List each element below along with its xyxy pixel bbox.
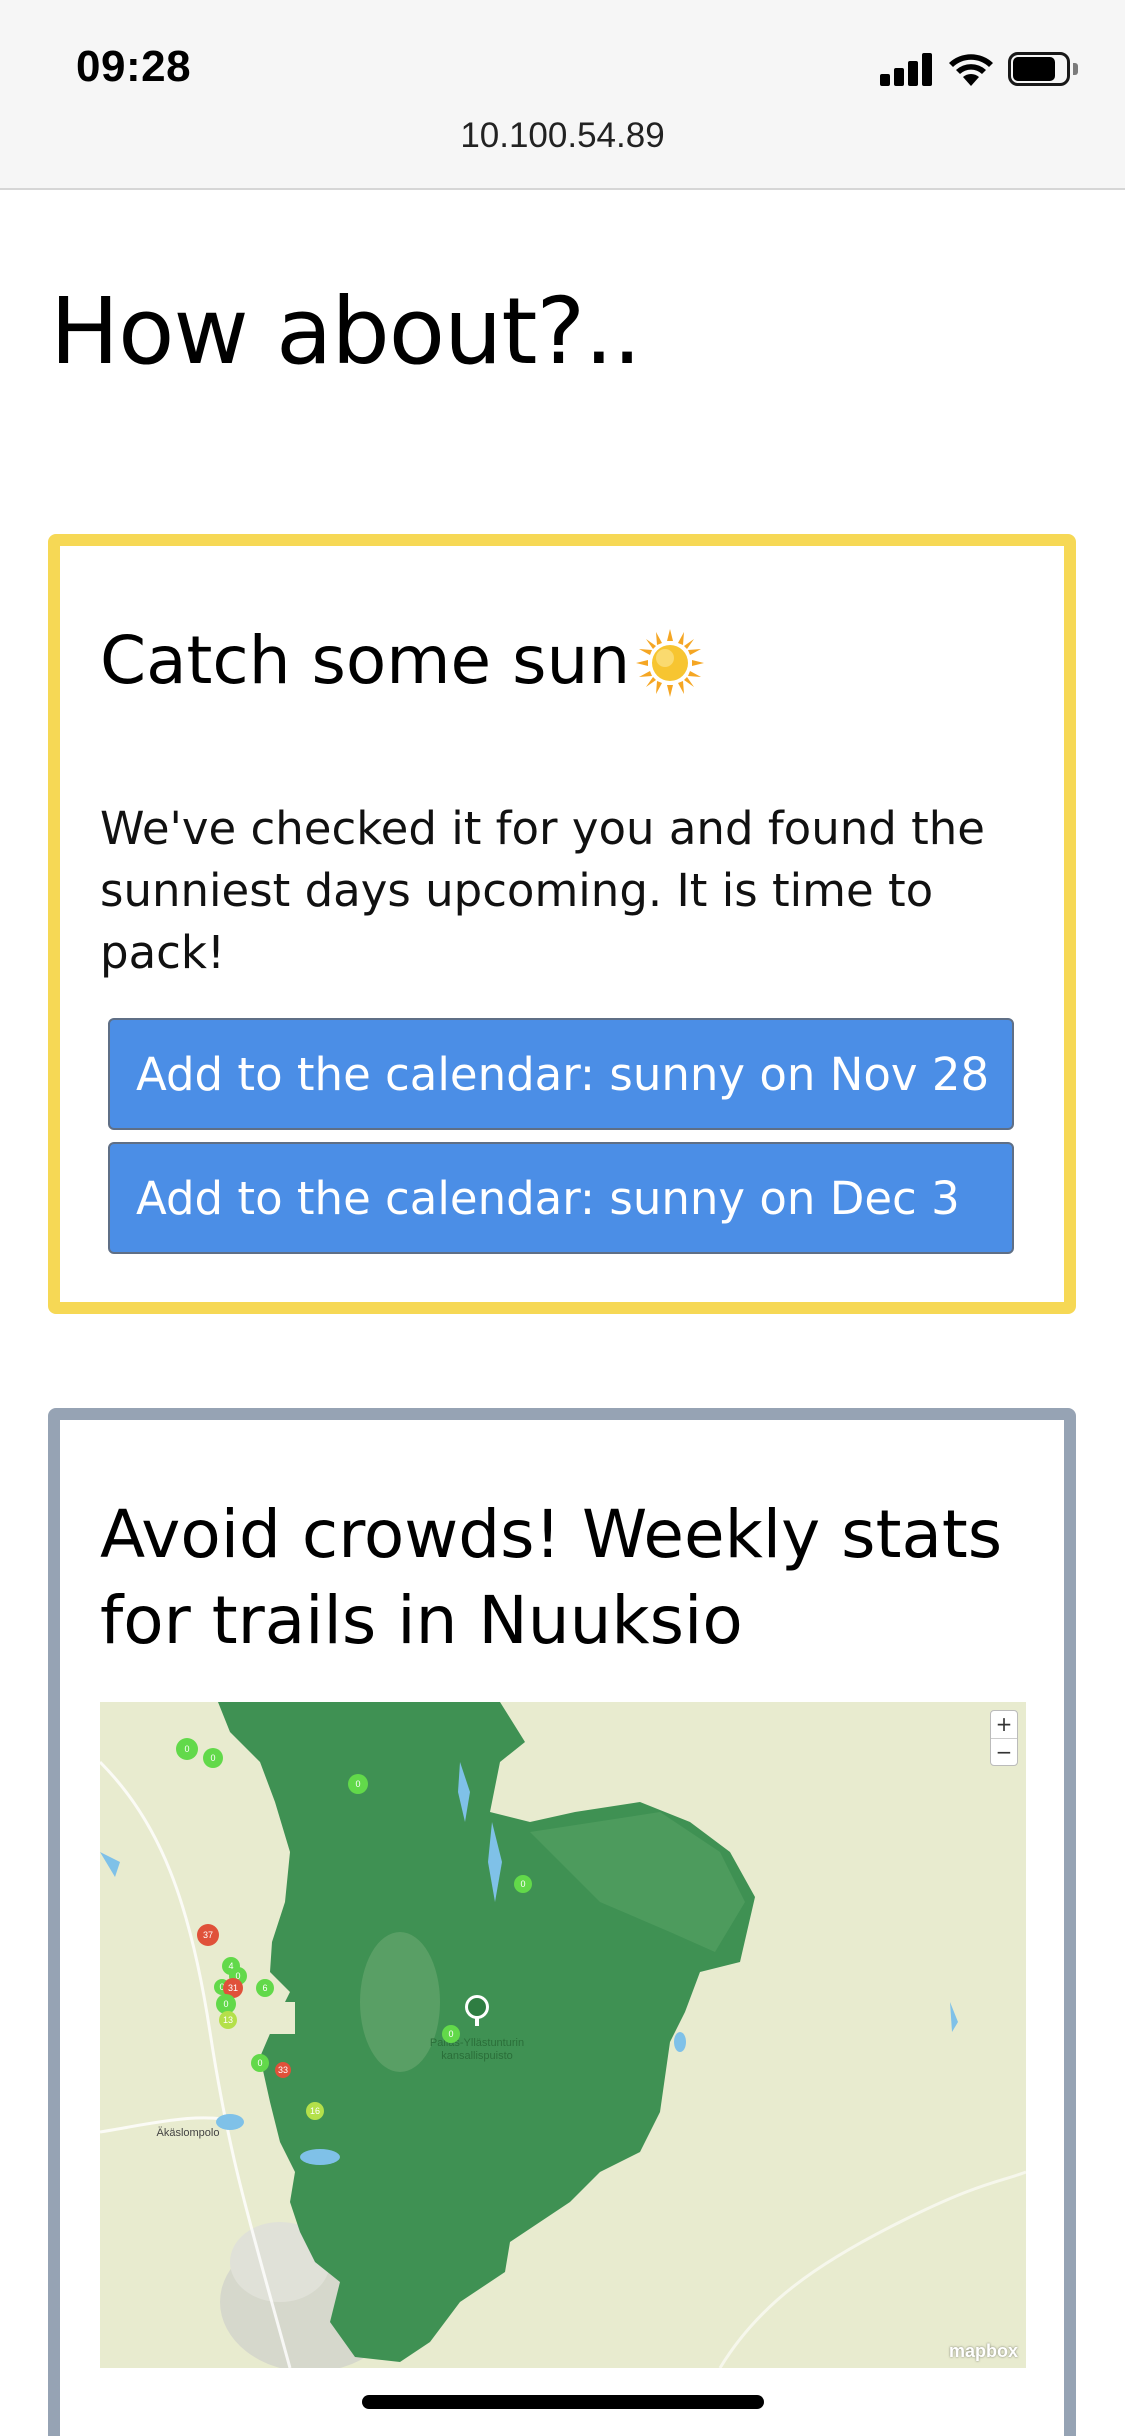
trail-marker[interactable]: 0 (216, 1994, 236, 2014)
trail-marker-count: 31 (228, 1983, 238, 1993)
status-time: 09:28 (76, 42, 192, 91)
sun-card: Catch some sun We've checked it for you … (48, 534, 1076, 1314)
trail-marker-count: 0 (223, 1999, 228, 2009)
trail-marker[interactable]: 0 (251, 2054, 269, 2072)
trail-marker-count: 33 (278, 2065, 288, 2075)
trail-marker-count: 37 (203, 1930, 213, 1940)
trail-marker-count: 0 (210, 1753, 215, 1763)
cellular-signal-icon (880, 52, 934, 86)
add-calendar-nov-28-button[interactable]: Add to the calendar: sunny on Nov 28 (108, 1018, 1014, 1130)
trail-marker[interactable]: 16 (306, 2102, 324, 2120)
trail-marker[interactable]: 13 (219, 2011, 237, 2029)
trail-marker[interactable]: 0 (203, 1748, 223, 1768)
trail-marker-count: 0 (520, 1879, 525, 1889)
trail-marker-count: 0 (355, 1779, 360, 1789)
zoom-out-button[interactable]: − (991, 1738, 1017, 1765)
mapbox-logo[interactable]: mapbox (949, 2341, 1018, 2362)
sun-card-title: Catch some sun (100, 618, 706, 704)
place-label: Äkäslompolo (157, 2127, 220, 2139)
browser-top-bar: 09:28 10.100.54.89 (0, 0, 1125, 190)
trail-marker-count: 6 (262, 1983, 267, 1993)
map-canvas[interactable]: Pallas-Yllästunturin kansallispuisto Äkä… (100, 1702, 1026, 2368)
sun-card-title-text: Catch some sun (100, 622, 631, 699)
crowd-card: Avoid crowds! Weekly stats for trails in… (48, 1408, 1076, 2436)
zoom-in-button[interactable]: + (991, 1711, 1017, 1738)
trail-marker-count: 0 (257, 2058, 262, 2068)
trail-marker[interactable]: 6 (256, 1979, 274, 1997)
trail-marker[interactable]: 37 (197, 1924, 219, 1946)
page-title: How about?.. (50, 278, 642, 385)
add-calendar-dec-3-button[interactable]: Add to the calendar: sunny on Dec 3 (108, 1142, 1014, 1254)
sun-card-description: We've checked it for you and found the s… (100, 802, 985, 979)
wifi-icon (949, 54, 993, 86)
trail-marker-count: 0 (448, 2029, 453, 2039)
address-bar-url[interactable]: 10.100.54.89 (0, 116, 1125, 156)
map-zoom-controls: + − (990, 1710, 1018, 1766)
park-label-2: kansallispuisto (441, 2050, 513, 2062)
home-indicator (362, 2395, 764, 2409)
trail-marker-count: 0 (184, 1744, 189, 1754)
trail-marker[interactable]: 0 (514, 1875, 532, 1893)
trail-marker[interactable]: 0 (348, 1774, 368, 1794)
trail-map[interactable]: Pallas-Yllästunturin kansallispuisto Äkä… (100, 1702, 1026, 2368)
trail-marker[interactable]: 33 (275, 2062, 291, 2078)
battery-icon (1008, 52, 1078, 86)
crowd-card-title: Avoid crowds! Weekly stats for trails in… (100, 1496, 1003, 1659)
trail-marker-count: 13 (223, 2015, 233, 2025)
trail-marker-count: 16 (310, 2106, 320, 2116)
sun-icon (636, 629, 705, 697)
trail-marker[interactable]: 0 (442, 2025, 460, 2043)
trail-marker[interactable]: 0 (176, 1738, 198, 1760)
